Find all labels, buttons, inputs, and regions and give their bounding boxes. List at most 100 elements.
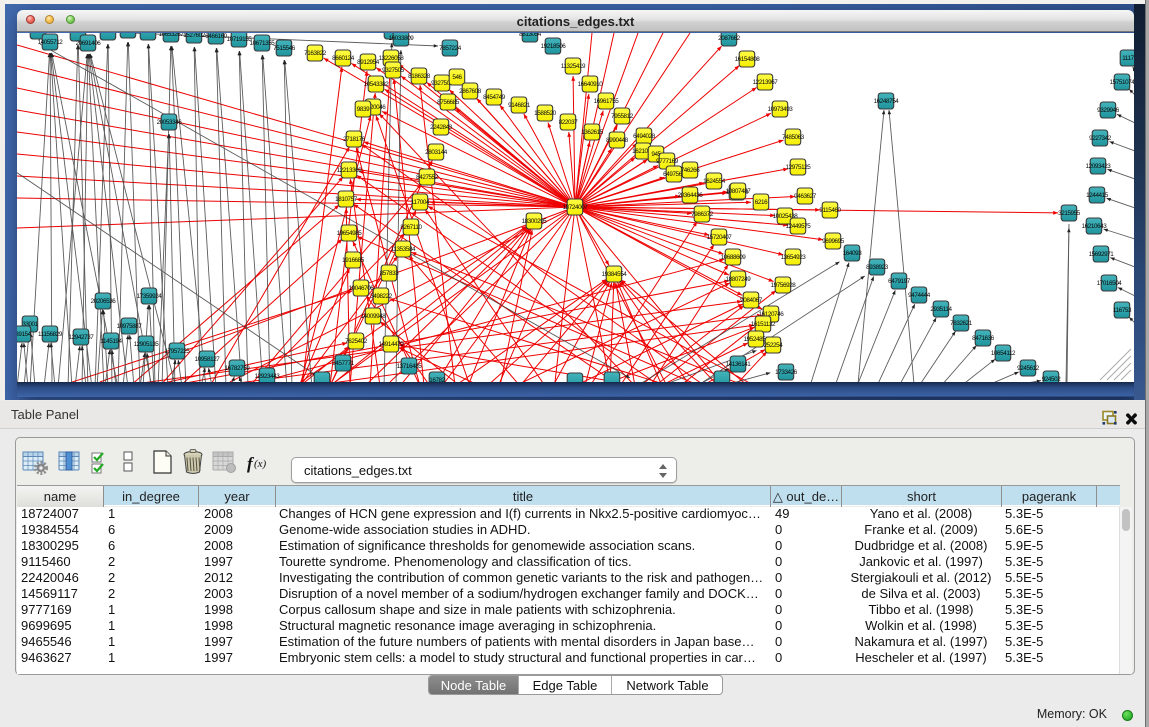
svg-text:16151132: 16151132	[751, 321, 776, 328]
svg-text:7163822: 7163822	[304, 50, 327, 57]
svg-text:1733426: 1733426	[775, 369, 798, 376]
svg-text:19654985: 19654985	[337, 230, 363, 237]
svg-text:16033809: 16033809	[389, 35, 415, 42]
svg-text:164093: 164093	[843, 250, 863, 257]
svg-text:7955812: 7955812	[611, 113, 634, 120]
svg-text:18807249: 18807249	[726, 276, 752, 283]
svg-text:857833: 857833	[380, 270, 400, 277]
svg-text:16154808: 16154808	[735, 56, 761, 63]
svg-text:924502: 924502	[1042, 376, 1062, 382]
svg-text:12923443: 12923443	[255, 373, 281, 380]
svg-text:1624554: 1624554	[703, 178, 726, 185]
svg-text:6494028: 6494028	[633, 133, 656, 140]
svg-text:1244415: 1244415	[1086, 192, 1109, 199]
svg-text:9463627: 9463627	[794, 193, 817, 200]
svg-text:9146821: 9146821	[508, 102, 531, 109]
svg-text:9474444: 9474444	[908, 292, 931, 299]
svg-text:20691406: 20691406	[76, 40, 102, 47]
svg-text:2087662: 2087662	[718, 35, 741, 42]
svg-text:6466160: 6466160	[205, 33, 228, 40]
svg-text:8660124: 8660124	[332, 55, 355, 62]
svg-text:11325419: 11325419	[561, 63, 586, 70]
svg-text:10807487: 10807487	[726, 188, 752, 195]
svg-text:10973493: 10973493	[768, 106, 794, 113]
svg-text:20053346: 20053346	[157, 119, 183, 126]
svg-text:14136141: 14136141	[726, 361, 752, 368]
svg-text:1362615: 1362615	[581, 129, 604, 136]
svg-text:1588520: 1588520	[534, 110, 557, 117]
svg-text:(x): (x)	[254, 458, 267, 470]
svg-text:9227342: 9227342	[1089, 135, 1112, 142]
svg-text:18300295: 18300295	[522, 218, 548, 225]
svg-text:10688609: 10688609	[721, 254, 747, 261]
svg-text:8912954: 8912954	[357, 59, 380, 66]
svg-text:11156829: 11156829	[38, 331, 63, 338]
svg-text:9329946: 9329946	[1097, 107, 1120, 114]
svg-text:16961755: 16961755	[594, 98, 620, 105]
svg-text:10975887: 10975887	[117, 323, 143, 330]
svg-text:10654112: 10654112	[991, 350, 1016, 357]
svg-text:8267110: 8267110	[400, 224, 422, 231]
svg-text:6216: 6216	[755, 199, 768, 206]
svg-text:546: 546	[452, 74, 462, 81]
svg-text:1916685: 1916685	[342, 257, 365, 264]
svg-text:7485063: 7485063	[782, 134, 805, 141]
svg-text:2242843: 2242843	[430, 124, 453, 131]
svg-text:10543382: 10543382	[364, 81, 390, 88]
svg-text:10958127: 10958127	[195, 356, 221, 363]
svg-text:10653267: 10653267	[159, 33, 185, 38]
svg-text:11353584: 11353584	[391, 246, 416, 253]
svg-text:746266: 746266	[681, 167, 701, 174]
svg-text:16248754: 16248754	[874, 98, 900, 105]
svg-text:16640910: 16640910	[578, 81, 604, 88]
svg-text:7515546: 7515546	[273, 45, 296, 52]
svg-text:9777169: 9777169	[656, 158, 679, 165]
svg-text:7986372: 7986372	[691, 211, 714, 218]
svg-text:20206536: 20206536	[91, 298, 117, 305]
svg-text:252254: 252254	[764, 342, 784, 349]
svg-text:3498222: 3498222	[370, 293, 393, 300]
svg-text:10671355: 10671355	[250, 40, 276, 47]
svg-text:16210643: 16210643	[1082, 223, 1108, 230]
svg-text:13226058: 13226058	[379, 55, 405, 62]
svg-text:16782759: 16782759	[225, 365, 251, 372]
svg-text:7832621: 7832621	[950, 320, 973, 327]
svg-text:12213967: 12213967	[753, 79, 779, 86]
svg-text:8471636: 8471636	[972, 335, 995, 342]
svg-text:12975125: 12975125	[786, 164, 812, 171]
svg-text:9699695: 9699695	[822, 238, 845, 245]
svg-text:8756685: 8756685	[437, 99, 460, 106]
svg-text:9115460: 9115460	[819, 207, 841, 214]
svg-text:9839: 9839	[357, 106, 370, 113]
svg-text:14914479: 14914479	[379, 341, 405, 348]
svg-text:1810757: 1810757	[335, 196, 358, 203]
svg-text:9084067: 9084067	[740, 297, 763, 304]
svg-text:117004: 117004	[411, 199, 430, 206]
svg-text:18724007: 18724007	[563, 204, 589, 211]
svg-text:822037: 822037	[559, 119, 579, 126]
svg-text:15692971: 15692971	[1089, 251, 1115, 258]
svg-text:3215955: 3215955	[1058, 210, 1081, 217]
svg-text:12093423: 12093423	[1086, 163, 1112, 170]
svg-text:10719155: 10719155	[227, 36, 253, 43]
svg-text:1117: 1117	[1122, 55, 1134, 62]
svg-text:19218506: 19218506	[541, 43, 567, 50]
svg-text:17359924: 17359924	[137, 293, 163, 300]
svg-text:8454749: 8454749	[483, 94, 506, 101]
svg-text:20364436: 20364436	[678, 192, 704, 199]
svg-text:9457771: 9457771	[332, 360, 355, 367]
svg-text:9245612: 9245612	[1017, 365, 1040, 372]
svg-text:19756928: 19756928	[771, 282, 797, 289]
svg-text:1527602: 1527602	[183, 33, 206, 39]
svg-text:16782: 16782	[429, 377, 445, 382]
svg-text:8427552: 8427552	[416, 174, 439, 181]
svg-text:17957225: 17957225	[165, 348, 191, 355]
svg-text:8186328: 8186328	[408, 73, 431, 80]
svg-text:7857224: 7857224	[439, 45, 462, 52]
svg-text:8938923: 8938923	[866, 264, 889, 271]
svg-text:6479197: 6479197	[888, 278, 911, 285]
svg-text:7625402: 7625402	[345, 338, 368, 345]
svg-text:15751074: 15751074	[1110, 79, 1134, 86]
svg-text:14009948: 14009948	[361, 313, 387, 320]
svg-text:13654923: 13654923	[781, 254, 807, 261]
